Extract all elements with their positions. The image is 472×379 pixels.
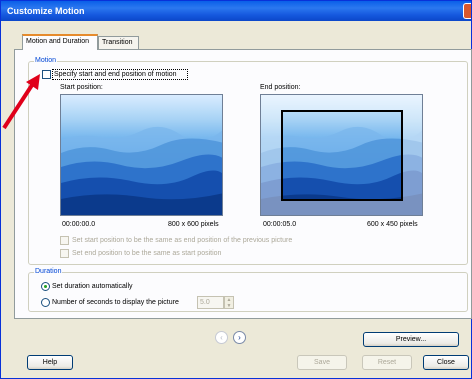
specify-motion-label[interactable]: Specify start and end position of motion (54, 70, 177, 79)
annotation-arrow-icon (2, 74, 40, 130)
start-time: 00:00:00.0 (62, 221, 96, 228)
end-position-rectangle[interactable] (281, 110, 403, 201)
end-mask-right (403, 110, 422, 201)
close-button[interactable]: Close (423, 355, 469, 370)
auto-duration-label[interactable]: Set duration automatically (52, 282, 133, 291)
help-button[interactable]: Help (27, 355, 73, 370)
duration-legend: Duration (34, 267, 63, 276)
end-size: 600 x 450 pixels (367, 221, 418, 228)
tab-transition[interactable]: Transition (98, 36, 139, 49)
previous-picture-button[interactable]: ‹ (215, 331, 228, 344)
end-position-picture[interactable] (260, 94, 423, 216)
tab-label: Transition (102, 39, 133, 46)
same-as-previous-checkbox[interactable] (60, 236, 69, 245)
start-position-picture[interactable] (60, 94, 223, 216)
same-as-previous-label: Set start position to be the same as end… (72, 237, 293, 244)
same-as-start-label: Set end position to be the same as start… (72, 250, 222, 257)
start-size: 800 x 600 pixels (168, 221, 219, 228)
end-mask-bottom (261, 201, 422, 215)
radio-selected-dot (44, 285, 47, 288)
end-time: 00:00:05.0 (263, 221, 297, 228)
mountain-landscape-image (61, 126, 222, 215)
window-title: Customize Motion (7, 6, 85, 16)
seconds-spinner-input[interactable]: 5.0 (197, 296, 224, 309)
same-as-start-checkbox[interactable] (60, 249, 69, 258)
seconds-spinner-buttons[interactable]: ▲ ▼ (224, 296, 234, 309)
tab-motion-and-duration[interactable]: Motion and Duration (22, 34, 98, 50)
next-picture-button[interactable]: › (233, 331, 246, 344)
preview-button[interactable]: Preview... (363, 332, 459, 347)
save-button[interactable]: Save (297, 355, 347, 370)
start-position-label: Start position: (60, 84, 103, 91)
chevron-left-icon: ‹ (220, 333, 223, 342)
seconds-radio[interactable] (41, 298, 50, 307)
spin-down-icon[interactable]: ▼ (225, 303, 233, 309)
end-mask-left (261, 110, 281, 201)
title-bar: Customize Motion (1, 1, 471, 21)
seconds-label[interactable]: Number of seconds to display the picture (52, 298, 179, 307)
motion-legend: Motion (34, 56, 58, 65)
tab-label: Motion and Duration (26, 38, 90, 45)
end-position-label: End position: (260, 84, 301, 91)
end-mask-top (261, 95, 422, 110)
window-close-button[interactable] (463, 3, 471, 19)
customize-motion-dialog: Customize Motion Motion and Duration Tra… (0, 0, 472, 379)
chevron-right-icon: › (238, 333, 241, 342)
reset-button[interactable]: Reset (362, 355, 412, 370)
auto-duration-radio[interactable] (41, 282, 50, 291)
